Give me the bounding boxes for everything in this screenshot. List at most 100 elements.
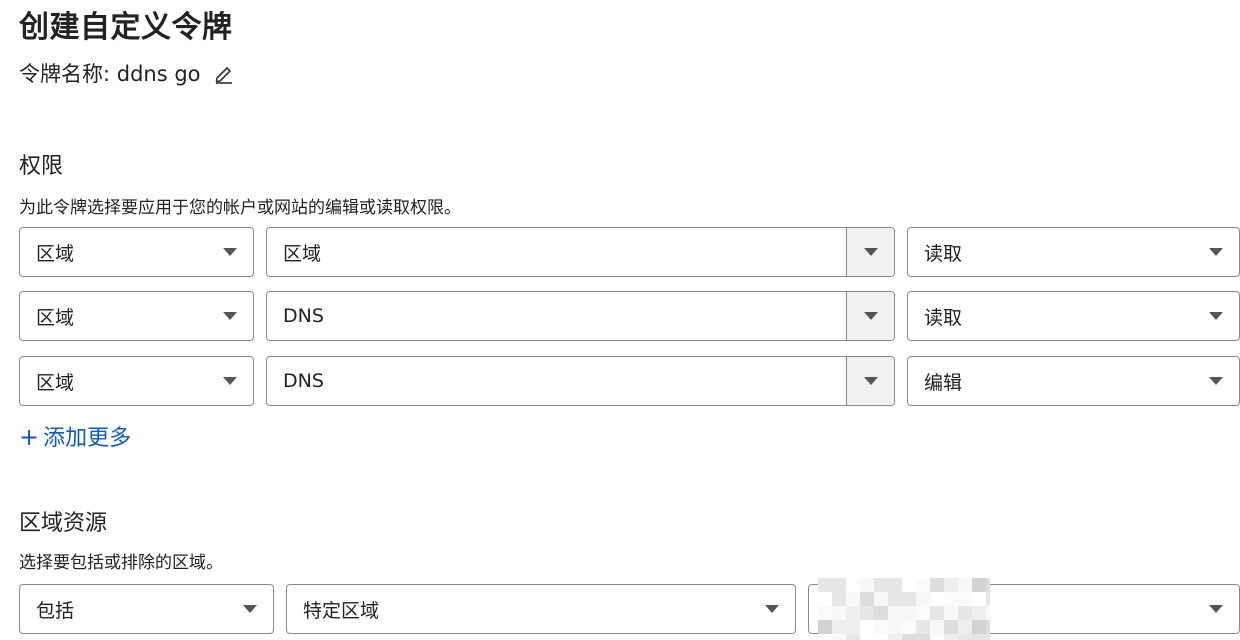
redaction-pixel — [860, 606, 874, 620]
permission-scope-select[interactable]: 区域 — [19, 356, 254, 406]
redaction-pixel — [902, 578, 916, 592]
redaction-pixel — [846, 634, 860, 640]
chevron-down-icon — [223, 312, 237, 320]
permission-access-select[interactable]: 编辑 — [907, 356, 1240, 406]
add-more-button[interactable]: + 添加更多 — [19, 420, 131, 452]
redaction-pixel — [930, 620, 944, 634]
zone-type-select[interactable]: 特定区域 — [286, 584, 796, 634]
permission-scope-select[interactable]: 区域 — [19, 291, 254, 341]
redaction-pixel — [818, 592, 832, 606]
redaction-pixel — [958, 606, 972, 620]
permission-access-value: 读取 — [924, 242, 963, 265]
redaction-pixel — [860, 634, 874, 640]
zone-resources-title: 区域资源 — [19, 511, 108, 536]
redaction-pixel — [944, 578, 958, 592]
permission-access-select[interactable]: 读取 — [907, 291, 1240, 341]
permissions-description: 为此令牌选择要应用于您的帐户或网站的编辑或读取权限。 — [19, 198, 461, 218]
redaction-pixel — [930, 592, 944, 606]
chevron-down-icon — [1209, 605, 1223, 613]
redaction-pixel — [972, 620, 986, 634]
token-name-row: 令牌名称: ddns go — [19, 58, 235, 88]
redaction-pixel — [846, 620, 860, 634]
token-name-label: 令牌名称: ddns go — [19, 62, 201, 86]
permissions-title: 权限 — [19, 154, 64, 179]
permission-resource-select[interactable]: 区域 — [266, 227, 895, 277]
redaction-pixel — [818, 634, 832, 640]
chevron-down-icon — [223, 248, 237, 256]
permission-resource-value: DNS — [283, 370, 324, 392]
pencil-icon[interactable] — [213, 62, 235, 84]
redaction-pixel — [874, 606, 888, 620]
add-more-label: 添加更多 — [43, 426, 132, 451]
redaction-pixel — [930, 606, 944, 620]
permission-scope-value: 区域 — [36, 371, 75, 394]
redaction-pixel — [916, 634, 930, 640]
redaction-pixel — [958, 634, 972, 640]
chevron-down-icon — [863, 377, 878, 385]
redaction-pixel — [944, 606, 958, 620]
redaction-pixel — [818, 578, 832, 592]
redaction-pixel — [832, 620, 846, 634]
redaction-pixel — [972, 592, 986, 606]
permission-resource-select[interactable]: DNS — [266, 356, 895, 406]
redaction-pixel — [888, 606, 902, 620]
plus-icon: + — [19, 423, 40, 451]
permission-resource-select[interactable]: DNS — [266, 291, 895, 341]
zone-resources-description: 选择要包括或排除的区域。 — [19, 553, 223, 573]
zone-type-value: 特定区域 — [303, 599, 380, 622]
dropdown-toggle[interactable] — [846, 228, 894, 276]
chevron-down-icon — [1209, 248, 1223, 256]
permission-scope-value: 区域 — [36, 306, 75, 329]
redaction-pixel — [944, 634, 958, 640]
redaction-pixel — [986, 634, 990, 640]
zone-include-value: 包括 — [36, 599, 75, 622]
chevron-down-icon — [765, 605, 779, 613]
create-custom-token-page: 创建自定义令牌 令牌名称: ddns go 权限 为此令牌选择要应用于您的帐户或… — [0, 0, 1240, 640]
redaction-pixel — [902, 634, 916, 640]
redaction-pixel — [944, 620, 958, 634]
redaction-pixel — [874, 578, 888, 592]
page-title: 创建自定义令牌 — [19, 10, 233, 45]
redaction-pixel — [888, 578, 902, 592]
permission-scope-select[interactable]: 区域 — [19, 227, 254, 277]
redaction-pixel — [832, 592, 846, 606]
redaction-pixel — [832, 634, 846, 640]
redaction-pixel — [874, 634, 888, 640]
redaction-pixel — [972, 634, 986, 640]
zone-include-select[interactable]: 包括 — [19, 584, 274, 634]
redaction-pixel — [818, 606, 832, 620]
redaction-pixel — [846, 606, 860, 620]
redaction-pixel — [986, 578, 990, 592]
permission-resource-value: 区域 — [283, 242, 322, 265]
redaction-pixel — [986, 592, 990, 606]
redaction-pixel — [874, 592, 888, 606]
redaction-pixel — [832, 606, 846, 620]
redaction-pixel — [916, 578, 930, 592]
permission-access-select[interactable]: 读取 — [907, 227, 1240, 277]
redaction-pixel — [888, 620, 902, 634]
redaction-pixel — [902, 592, 916, 606]
redaction-pixel — [888, 592, 902, 606]
redaction-pixel — [986, 620, 990, 634]
redaction-pixel — [818, 620, 832, 634]
redaction-pixel — [986, 606, 990, 620]
chevron-down-icon — [223, 377, 237, 385]
redaction-pixel — [902, 620, 916, 634]
redaction-pixel — [832, 578, 846, 592]
redaction-pixel — [916, 620, 930, 634]
redaction-pixel — [958, 592, 972, 606]
redaction-pixel — [860, 578, 874, 592]
dropdown-toggle[interactable] — [846, 292, 894, 340]
redaction-pixel — [930, 634, 944, 640]
dropdown-toggle[interactable] — [846, 357, 894, 405]
redaction-pixel — [958, 578, 972, 592]
redaction-pixel — [888, 634, 902, 640]
redaction-pixel — [972, 606, 986, 620]
permission-access-value: 编辑 — [924, 371, 963, 394]
chevron-down-icon — [863, 312, 878, 320]
redaction-pixel — [874, 620, 888, 634]
redaction-pixel — [916, 606, 930, 620]
redaction-pixel — [972, 578, 986, 592]
permission-scope-value: 区域 — [36, 242, 75, 265]
redaction-pixel — [860, 620, 874, 634]
